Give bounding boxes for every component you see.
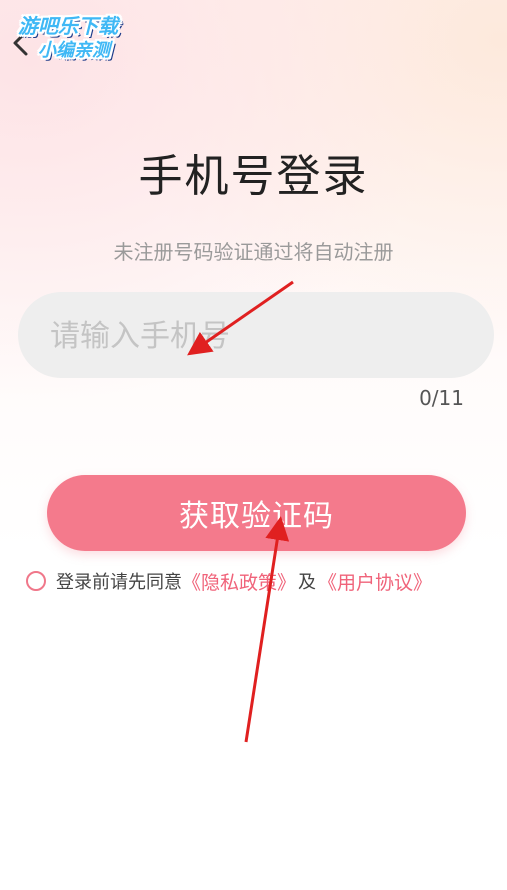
agree-radio[interactable] [26, 571, 46, 591]
agreement-row: 登录前请先同意 《隐私政策》 及 《用户协议》 [26, 566, 496, 596]
phone-length-counter: 0/11 [419, 386, 464, 410]
watermark-line1: 游吧乐下载 [18, 14, 118, 38]
watermark-logo: 游吧乐下载 小编亲测 [12, 6, 152, 61]
background-gradient [0, 0, 507, 890]
agreement-prefix: 登录前请先同意 [56, 572, 182, 593]
user-agreement-link[interactable]: 《用户协议》 [318, 568, 432, 595]
agreement-conjunction: 及 [298, 572, 317, 593]
page-subtitle: 未注册号码验证通过将自动注册 [113, 240, 394, 264]
phone-field[interactable] [18, 292, 494, 380]
get-code-button[interactable]: 获取验证码 [47, 475, 466, 551]
watermark-line2: 小编亲测 [38, 40, 110, 61]
privacy-policy-link[interactable]: 《隐私政策》 [182, 568, 296, 595]
phone-input[interactable] [48, 292, 472, 380]
page-title: 手机号登录 [138, 151, 369, 202]
